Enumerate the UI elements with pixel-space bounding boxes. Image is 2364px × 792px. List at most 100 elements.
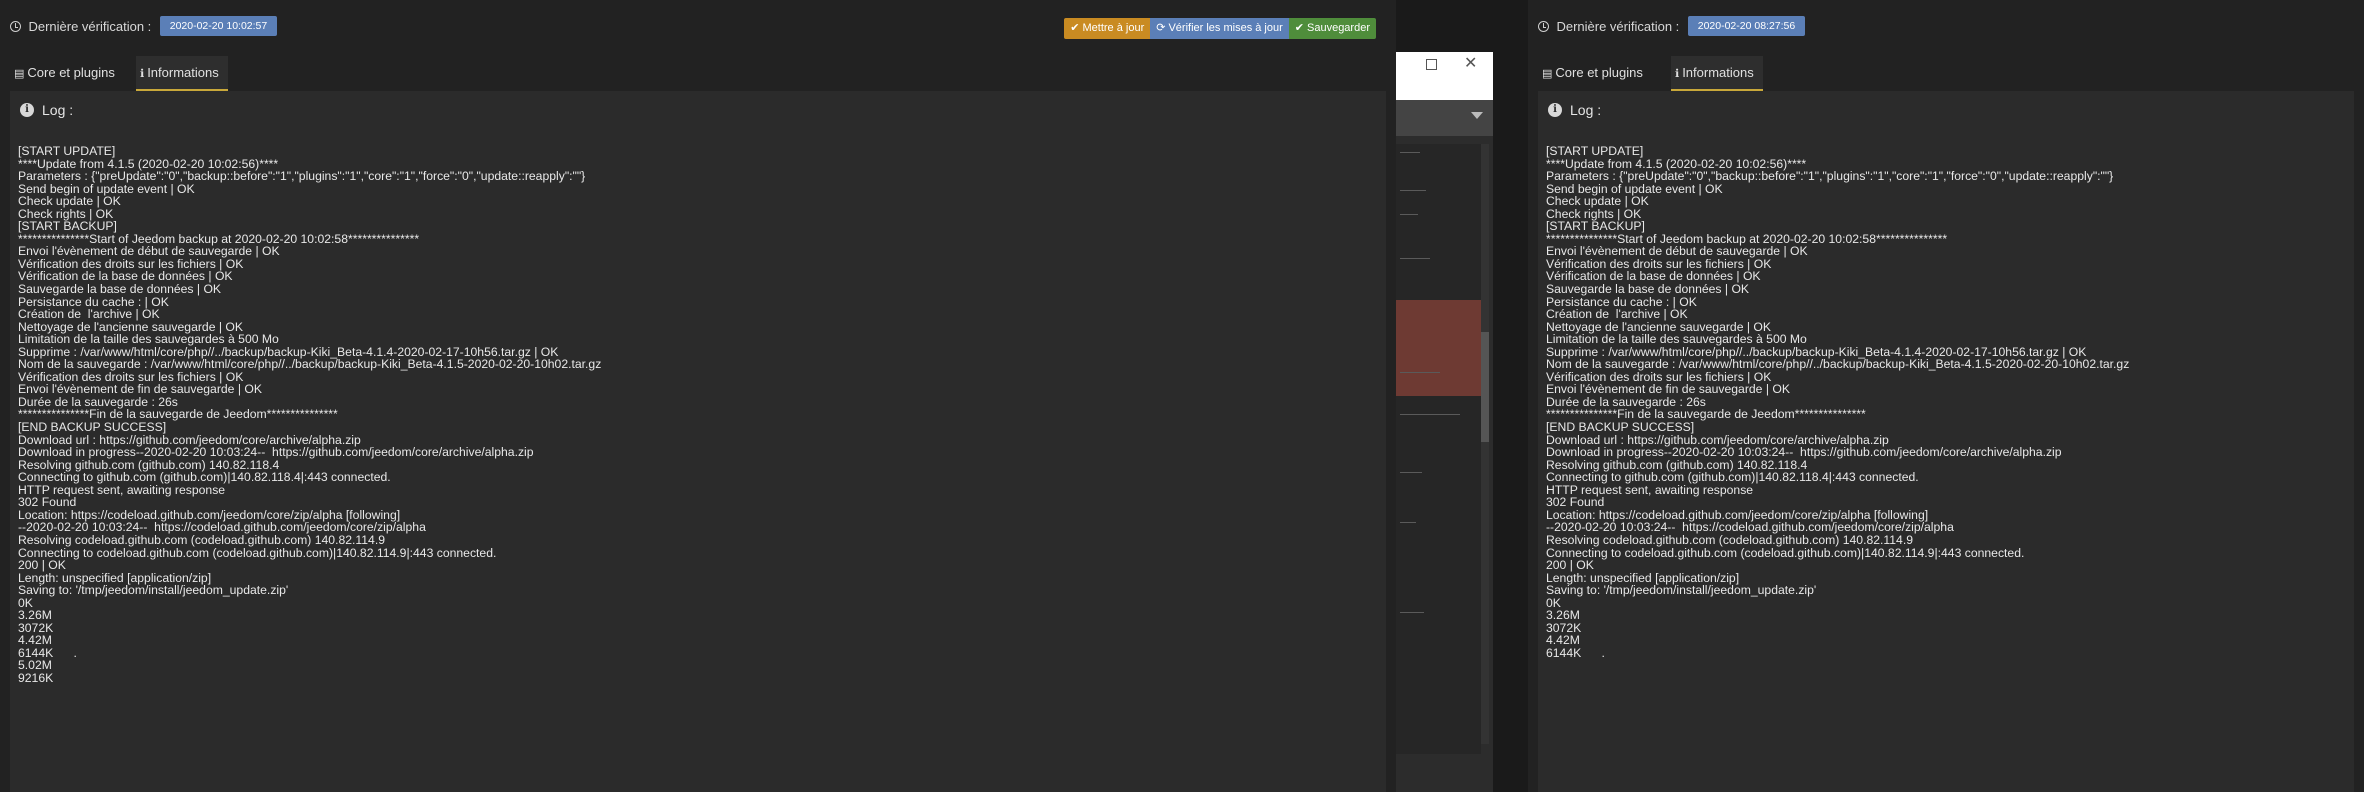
- close-icon[interactable]: ✕: [1464, 53, 1477, 73]
- info-icon: ℹ: [140, 68, 145, 80]
- log-line: Send begin of update event | OK: [18, 181, 195, 196]
- info-icon: i: [1548, 103, 1562, 117]
- log-line: Sauvegarde la base de données | OK: [18, 282, 222, 297]
- tab-core-plugins-label: Core et plugins: [1555, 65, 1643, 80]
- log-line: Check update | OK: [1546, 194, 1649, 209]
- log-line: [START BACKUP]: [18, 219, 117, 234]
- tab-informations[interactable]: ℹ Informations: [136, 56, 228, 91]
- clock-icon: [10, 20, 21, 32]
- log-line: Parameters : {"preUpdate":"0","backup::b…: [18, 169, 586, 184]
- log-line: HTTP request sent, awaiting response: [1546, 482, 1754, 497]
- code-line: [1400, 414, 1460, 415]
- log-line: Envoi l'évènement de fin de sauvegarde |…: [18, 382, 262, 397]
- maximize-icon[interactable]: [1426, 59, 1437, 70]
- update-panel-right: Dernière vérification : 2020-02-20 08:27…: [1528, 0, 2364, 792]
- log-line: 200 | OK: [1546, 558, 1594, 573]
- scrollbar-track[interactable]: [1481, 144, 1489, 744]
- check-updates-button[interactable]: ⟳ Vérifier les mises à jour: [1150, 18, 1289, 39]
- save-button-label: Sauvegarder: [1307, 22, 1370, 34]
- save-button[interactable]: ✔ Sauvegarder: [1288, 18, 1376, 39]
- log-line: Connecting to github.com (github.com)|14…: [18, 470, 391, 485]
- log-line: Check rights | OK: [1546, 206, 1642, 221]
- tab-core-plugins[interactable]: ▤ Core et plugins: [10, 56, 134, 91]
- tab-core-plugins[interactable]: ▤ Core et plugins: [1538, 56, 1664, 91]
- log-line: [START UPDATE]: [1546, 144, 1644, 158]
- log-line: 302 Found: [1546, 495, 1605, 510]
- log-title-label: Log :: [1570, 102, 1602, 118]
- archive-icon: ▤: [14, 68, 25, 80]
- info-icon: i: [20, 103, 34, 117]
- log-line: 3072K: [1546, 620, 1582, 635]
- code-line: [1400, 258, 1430, 259]
- tab-core-plugins-label: Core et plugins: [27, 65, 115, 80]
- log-line: Limitation de la taille des sauvegardes …: [1546, 332, 1807, 347]
- log-line: Check rights | OK: [18, 206, 114, 221]
- log-line: Sauvegarde la base de données | OK: [1546, 282, 1750, 297]
- log-output: [START UPDATE] ****Update from 4.1.5 (202…: [18, 145, 1378, 685]
- chevron-down-icon[interactable]: [1471, 112, 1483, 119]
- background-window: ✕: [1396, 52, 1493, 792]
- tab-informations-label: Informations: [1682, 65, 1754, 80]
- update-button-label: Mettre à jour: [1082, 22, 1145, 34]
- log-line: 200 | OK: [18, 558, 66, 573]
- log-line: [START BACKUP]: [1546, 219, 1645, 234]
- log-line: 3072K: [18, 620, 54, 635]
- last-check-header: Dernière vérification : 2020-02-20 08:27…: [1538, 16, 2354, 40]
- log-line: Connecting to codeload.github.com (codel…: [18, 545, 497, 560]
- tab-informations[interactable]: ℹ Informations: [1671, 56, 1763, 91]
- log-line: Nom de la sauvegarde : /var/www/html/cor…: [18, 357, 602, 372]
- log-line: 4.42M: [18, 633, 52, 648]
- clock-icon: [1538, 20, 1549, 32]
- log-line: Resolving codeload.github.com (codeload.…: [18, 532, 385, 547]
- log-line: 3.26M: [18, 608, 52, 623]
- log-line: HTTP request sent, awaiting response: [18, 482, 226, 497]
- tab-bar: ▤ Core et plugins ℹ Informations: [1538, 56, 2354, 91]
- log-line: Nom de la sauvegarde : /var/www/html/cor…: [1546, 357, 2130, 372]
- log-title: i Log :: [20, 102, 73, 118]
- code-line: [1400, 612, 1424, 613]
- log-line: Connecting to codeload.github.com (codel…: [1546, 545, 2025, 560]
- code-line: [1400, 190, 1426, 191]
- log-line: Saving to: '/tmp/jeedom/install/jeedom_u…: [1546, 583, 1817, 598]
- update-button[interactable]: ✔ Mettre à jour: [1064, 18, 1151, 39]
- code-line: [1400, 472, 1422, 473]
- log-line: Parameters : {"preUpdate":"0","backup::b…: [1546, 169, 2114, 184]
- tab-bar: ▤ Core et plugins ℹ Informations: [10, 56, 1386, 91]
- last-check-header: Dernière vérification : 2020-02-20 10:02…: [10, 16, 1386, 40]
- log-container: i Log : [START UPDATE] ****Update from 4.…: [10, 91, 1386, 792]
- log-container: i Log : [START UPDATE] ****Update from 4.…: [1538, 91, 2354, 792]
- log-line: 0K: [1546, 595, 1561, 610]
- last-check-label: Dernière vérification :: [28, 18, 152, 34]
- log-line: 3.26M: [1546, 608, 1580, 623]
- log-line: Send begin of update event | OK: [1546, 181, 1723, 196]
- log-line: 5.02M: [18, 658, 52, 673]
- check-updates-button-label: Vérifier les mises à jour: [1168, 22, 1283, 34]
- log-line: [END BACKUP SUCCESS]: [1546, 420, 1695, 435]
- log-line: Check update | OK: [18, 194, 121, 209]
- log-line: Création de l'archive | OK: [1546, 307, 1688, 322]
- info-icon: ℹ: [1675, 68, 1680, 80]
- check-icon: ✔: [1070, 22, 1080, 34]
- log-line: Saving to: '/tmp/jeedom/install/jeedom_u…: [18, 583, 289, 598]
- last-check-label: Dernière vérification :: [1556, 18, 1680, 34]
- log-line: [START UPDATE]: [18, 144, 116, 158]
- log-line: 6144K .: [18, 645, 77, 660]
- code-line: [1400, 152, 1420, 153]
- log-line: 302 Found: [18, 495, 77, 510]
- log-line: Connecting to github.com (github.com)|14…: [1546, 470, 1919, 485]
- log-title: i Log :: [1548, 102, 1601, 118]
- code-line: [1400, 372, 1440, 373]
- code-line: [1400, 522, 1416, 523]
- code-line: [1400, 214, 1418, 215]
- scrollbar-thumb[interactable]: [1481, 332, 1489, 442]
- log-line: Création de l'archive | OK: [18, 307, 160, 322]
- update-panel-left: Dernière vérification : 2020-02-20 10:02…: [0, 0, 1396, 792]
- refresh-icon: ⟳: [1156, 22, 1166, 34]
- highlighted-region: [1396, 300, 1481, 396]
- tab-informations-label: Informations: [147, 65, 219, 80]
- code-view: [1396, 144, 1481, 754]
- archive-icon: ▤: [1542, 68, 1553, 80]
- check-circle-icon: ✔: [1294, 22, 1304, 34]
- log-line: 9216K: [18, 670, 54, 685]
- log-line: Limitation de la taille des sauvegardes …: [18, 332, 279, 347]
